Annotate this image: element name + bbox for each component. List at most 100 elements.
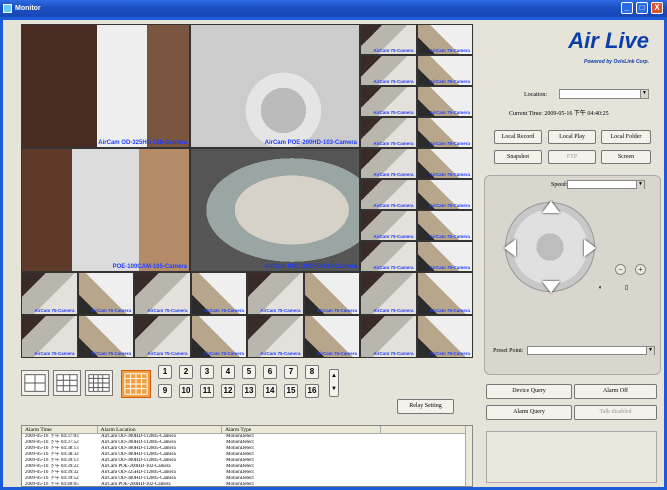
local-folder-button[interactable]: Local Folder (601, 130, 651, 144)
layout-16-button[interactable] (121, 370, 151, 398)
focus-icon[interactable]: ◐ (595, 284, 606, 295)
camera-tile[interactable]: AirCam 75-Camera (247, 315, 304, 358)
channel-button-2[interactable]: 2 (179, 365, 193, 379)
location-label: Location: (524, 92, 547, 98)
camera-tile[interactable]: AirCam 75-Camera (77, 272, 134, 315)
channel-button-8[interactable]: 8 (305, 365, 319, 379)
channel-button-13[interactable]: 13 (242, 384, 256, 398)
channel-button-11[interactable]: 11 (200, 384, 214, 398)
layout-3x3-button[interactable] (53, 370, 81, 396)
camera-tile[interactable]: AirCam 75-Camera (416, 24, 473, 55)
camera-tile[interactable]: AirCam 75-Camera (21, 315, 78, 358)
camera-tile[interactable]: AirCam 75-Camera (416, 210, 473, 241)
camera-tile[interactable]: AirCam 75-Camera (416, 86, 473, 117)
camera-tile[interactable]: AirCam 75-Camera (416, 272, 473, 315)
channel-button-1[interactable]: 1 (158, 365, 172, 379)
minimize-button[interactable]: _ (621, 2, 633, 14)
camera-tile[interactable]: AirCam 75-Camera (416, 117, 473, 148)
camera-view-4[interactable]: AirCam POE-200HD-103-Camera (190, 148, 360, 272)
preset-select[interactable]: ▼ (527, 346, 655, 355)
ptz-joystick[interactable] (504, 201, 596, 293)
camera-tile[interactable]: AirCam 75-Camera (21, 272, 78, 315)
channel-button-9[interactable]: 9 (158, 384, 172, 398)
camera-tile[interactable]: AirCam 75-Camera (190, 315, 247, 358)
camera-tile[interactable]: AirCam 75-Camera (360, 272, 417, 315)
channel-button-7[interactable]: 7 (284, 365, 298, 379)
channel-button-5[interactable]: 5 (242, 365, 256, 379)
channel-button-12[interactable]: 12 (221, 384, 235, 398)
logo-tagline: Powered by OvisLink Corp. (583, 59, 649, 65)
device-query-button[interactable]: Device Query (486, 384, 572, 399)
zoom-in-icon[interactable]: + (635, 264, 646, 275)
camera-tile[interactable]: AirCam 75-Camera (134, 315, 191, 358)
location-select[interactable]: ▼ (559, 89, 649, 99)
camera-view-1[interactable]: AirCam OD-325HD-108-Camera (21, 24, 190, 148)
ftp-button[interactable]: FTP (548, 150, 596, 164)
channel-scroll[interactable]: ▲ ▼ (329, 369, 339, 397)
camera-label: AirCam 75-Camera (373, 141, 414, 146)
scrollbar[interactable] (465, 426, 472, 486)
maximize-button[interactable]: □ (636, 2, 648, 14)
camera-tile[interactable]: AirCam 75-Camera (360, 55, 417, 86)
table-row[interactable]: 2009-05-16 下午 04:40:05 AirCam POE-200HD-1… (22, 482, 472, 487)
camera-view-3[interactable]: POE-100CAM-105-Camera (21, 148, 190, 272)
camera-tile[interactable]: AirCam 75-Camera (360, 315, 417, 358)
alarm-table-body: 2009-05-16 下午 04:37:03 AirCam OD-300HD-11… (22, 434, 472, 487)
camera-label: AirCam POE-200HD-103-Camera (264, 140, 357, 146)
channel-button-15[interactable]: 15 (284, 384, 298, 398)
alarm-query-button[interactable]: Alarm Query (486, 405, 572, 420)
layout-4x4-button[interactable] (85, 370, 113, 396)
col-alarm-time[interactable]: Alarm Time (22, 426, 98, 433)
close-button[interactable]: X (651, 2, 663, 14)
local-play-button[interactable]: Local Play (548, 130, 596, 144)
speed-select[interactable]: ▼ (567, 180, 645, 189)
channel-button-16[interactable]: 16 (305, 384, 319, 398)
layout-1x1-button[interactable] (21, 370, 49, 396)
channel-button-3[interactable]: 3 (200, 365, 214, 379)
camera-tile[interactable]: AirCam 75-Camera (247, 272, 304, 315)
alarm-off-button[interactable]: Alarm Off (574, 384, 657, 399)
camera-tile[interactable]: AirCam 75-Camera (303, 272, 360, 315)
camera-tile[interactable]: AirCam 75-Camera (416, 315, 473, 358)
camera-label: AirCam OD-325HD-108-Camera (98, 140, 187, 146)
camera-tile[interactable]: AirCam 75-Camera (134, 272, 191, 315)
camera-tile[interactable]: AirCam 75-Camera (416, 241, 473, 272)
camera-tile[interactable]: AirCam 75-Camera (303, 315, 360, 358)
camera-tile[interactable]: AirCam 75-Camera (416, 148, 473, 179)
chevron-down-icon[interactable]: ▼ (636, 181, 644, 189)
col-extra[interactable] (381, 426, 472, 433)
pan-down-icon[interactable] (542, 281, 560, 293)
table-cell: MotionDetect (226, 482, 254, 487)
col-alarm-type[interactable]: Alarm Type (222, 426, 382, 433)
iris-icon[interactable]: ▯ (621, 284, 632, 295)
camera-tile[interactable]: AirCam 75-Camera (416, 55, 473, 86)
camera-view-2[interactable]: AirCam POE-200HD-103-Camera (190, 24, 360, 148)
talk-button[interactable]: Talk disabled (574, 405, 657, 420)
camera-tile[interactable]: AirCam 75-Camera (360, 148, 417, 179)
camera-tile[interactable]: AirCam 75-Camera (77, 315, 134, 358)
screen-button[interactable]: Screen (601, 150, 651, 164)
local-record-button[interactable]: Local Record (494, 130, 542, 144)
channel-button-4[interactable]: 4 (221, 365, 235, 379)
camera-tile[interactable]: AirCam 75-Camera (190, 272, 247, 315)
chevron-down-icon[interactable]: ▼ (640, 90, 648, 98)
pan-up-icon[interactable] (542, 201, 560, 213)
camera-tile[interactable]: AirCam 75-Camera (360, 86, 417, 117)
camera-tile[interactable]: AirCam 75-Camera (360, 210, 417, 241)
camera-label: AirCam 75-Camera (147, 351, 188, 356)
channel-button-6[interactable]: 6 (263, 365, 277, 379)
channel-button-14[interactable]: 14 (263, 384, 277, 398)
snapshot-button[interactable]: Snapshot (494, 150, 542, 164)
camera-tile[interactable]: AirCam 75-Camera (360, 241, 417, 272)
pan-right-icon[interactable] (584, 239, 596, 257)
col-alarm-location[interactable]: Alarm Location (98, 426, 223, 433)
pan-left-icon[interactable] (504, 239, 516, 257)
chevron-down-icon[interactable]: ▼ (646, 347, 654, 355)
camera-tile[interactable]: AirCam 75-Camera (360, 179, 417, 210)
relay-setting-button[interactable]: Relay Setting (397, 399, 454, 414)
zoom-out-icon[interactable]: − (615, 264, 626, 275)
camera-tile[interactable]: AirCam 75-Camera (360, 24, 417, 55)
camera-tile[interactable]: AirCam 75-Camera (360, 117, 417, 148)
camera-tile[interactable]: AirCam 75-Camera (416, 179, 473, 210)
channel-button-10[interactable]: 10 (179, 384, 193, 398)
